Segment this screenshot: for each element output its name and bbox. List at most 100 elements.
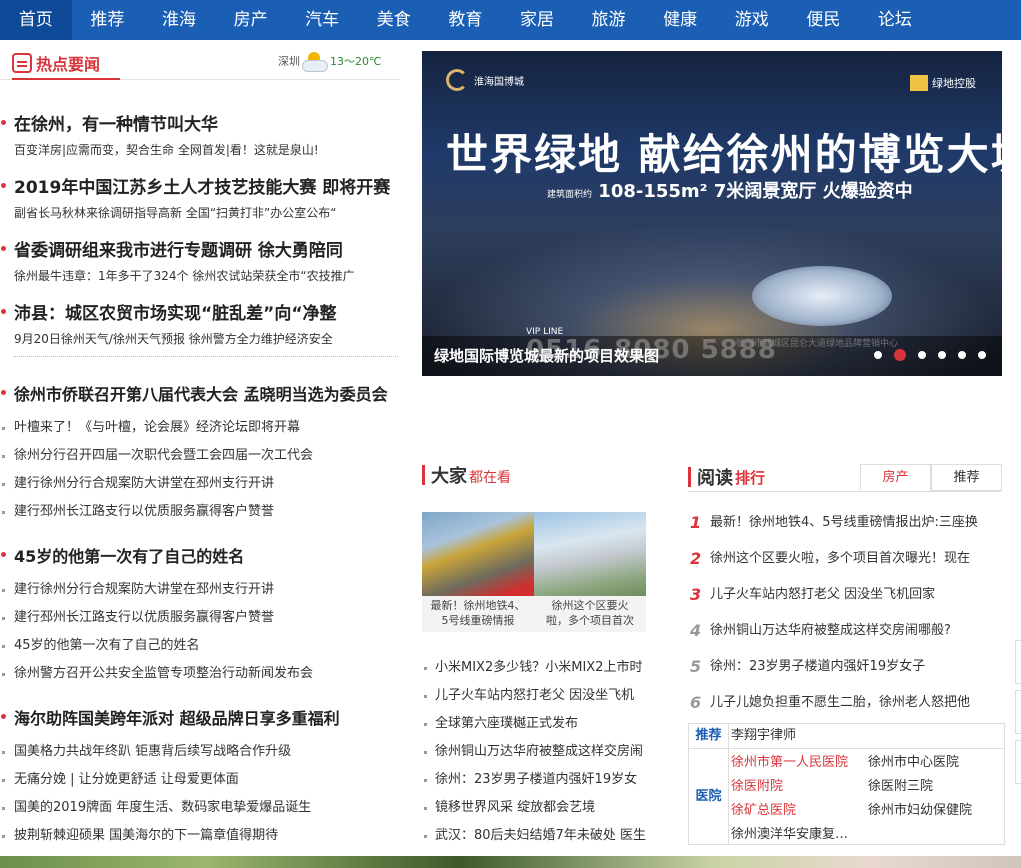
rank-number: 3 (690, 585, 702, 604)
nav-item[interactable]: 美食 (358, 0, 430, 40)
popular-thumbs: 最新！徐州地铁4、5号线重磅情报 徐州这个区要火啦，多个项目首次 (422, 512, 646, 632)
list-item[interactable]: 徐州铜山万达华府被整成这样交房闹 (422, 738, 666, 766)
list-item[interactable]: 国美的2019牌面 年度生活、数码家电挚爱爆品诞生 (0, 794, 311, 822)
nav-item[interactable]: 便民 (788, 0, 860, 40)
carousel-dot[interactable] (938, 351, 946, 359)
headline-title[interactable]: 在徐州，有一种情节叫大华 (0, 110, 410, 135)
carousel-dot[interactable] (958, 351, 966, 359)
list-item[interactable]: 徐州：23岁男子楼道内强奸19岁女 (422, 766, 666, 794)
nav-item[interactable]: 教育 (430, 0, 502, 40)
block-title[interactable]: 徐州市侨联召开第八届代表大会 孟晓明当选为委员会 (0, 381, 388, 405)
thumb-item[interactable]: 徐州这个区要火啦，多个项目首次 (534, 512, 646, 632)
rank-number: 6 (690, 693, 702, 712)
tab-real-estate[interactable]: 房产 (860, 464, 931, 491)
list-item[interactable]: 儿子火车站内怒打老父 因没坐飞机 (422, 682, 666, 710)
headline-sub[interactable]: 徐州最牛违章：1年多干了324个 徐州农试站荣获全市“农技推广 (0, 267, 410, 284)
side-float[interactable] (1015, 640, 1021, 684)
headline-sub[interactable]: 9月20日徐州天气/徐州天气预报 徐州警方全力维护经济安全 (0, 330, 410, 347)
nav-item[interactable]: 家居 (501, 0, 573, 40)
nav-item[interactable]: 推荐 (72, 0, 144, 40)
popular-title: 大家 (431, 466, 467, 487)
tab-recommend[interactable]: 推荐 (931, 464, 1002, 491)
headline-title[interactable]: 2019年中国江苏乡土人才技艺技能大赛 即将开赛 (0, 173, 410, 198)
hot-news-header: 热点要闻 深圳 13～20℃ (0, 40, 400, 80)
thumb-image (422, 512, 534, 596)
thumb-item[interactable]: 最新！徐州地铁4、5号线重磅情报 (422, 512, 534, 632)
block-list: 建行徐州分行合规案防大讲堂在邳州支行开讲 建行邳州长江路支行以优质服务赢得客户赞誉… (0, 576, 313, 688)
lawyer-link[interactable]: 李翔宇律师 (731, 724, 796, 748)
carousel-dot[interactable] (874, 351, 882, 359)
popular-header: 大家 都在看 (422, 462, 650, 488)
hospital-link[interactable]: 徐州市妇幼保健院 (868, 799, 972, 818)
list-item[interactable]: 小米MIX2多少钱？小米MIX2上市时 (422, 654, 666, 682)
block-list: 国美格力共战年终趴 钜惠背后续写战略合作升级 无痛分娩 | 让分娩更舒适 让母爱更… (0, 738, 311, 850)
rank-text: 徐州这个区要火啦，多个项目首次曝光！现在 (710, 551, 971, 566)
expo-logo-icon (446, 69, 468, 91)
list-item[interactable]: 全球第六座璞樾正式发布 (422, 710, 666, 738)
block-list: 叶檀来了！《与叶檀，论会展》经济论坛即将开幕 徐州分行召开四届一次职代会暨工会四届… (0, 414, 313, 526)
nav-item[interactable]: 健康 (644, 0, 716, 40)
nav-item[interactable]: 旅游 (573, 0, 645, 40)
hospital-link[interactable]: 徐州澳洋华安康复… (731, 823, 848, 842)
list-item[interactable]: 武汉：80后夫妇结婚7年未破处 医生 (422, 822, 666, 850)
headline-item: 沛县：城区农贸市场实现“脏乱差”向“净整 9月20日徐州天气/徐州天气预报 徐州警… (0, 299, 410, 347)
block-title[interactable]: 海尔助阵国美跨年派对 超级品牌日享多重福利 (0, 705, 340, 729)
headline-sub[interactable]: 副省长马秋林来徐调研指导高新 全国“扫黄打非”办公室公布“ (0, 204, 410, 221)
headline-title[interactable]: 沛县：城区农贸市场实现“脏乱差”向“净整 (0, 299, 410, 324)
banner-spec-text: 108-155m² 7米阔景宽厅 火爆验资中 (598, 181, 913, 202)
block-title[interactable]: 45岁的他第一次有了自己的姓名 (0, 543, 244, 567)
list-item[interactable]: 披荆斩棘迎硕果 国美海尔的下一篇章值得期待 (0, 822, 311, 850)
carousel-dot[interactable] (978, 351, 986, 359)
list-item[interactable]: 镜移世界风采 绽放都会艺境 (422, 794, 666, 822)
divider (14, 356, 398, 357)
nav-item[interactable]: 游戏 (716, 0, 788, 40)
banner-caption[interactable]: 绿地国际博览城最新的项目效果图 (434, 345, 659, 366)
rank-item[interactable]: 3 儿子火车站内怒打老父 因没坐飞机回家 (688, 580, 1001, 616)
list-item[interactable]: 无痛分娩 | 让分娩更舒适 让母爱更体面 (0, 766, 311, 794)
list-item[interactable]: 建行邳州长江路支行以优质服务赢得客户赞誉 (0, 498, 313, 526)
hospital-link[interactable]: 徐州市中心医院 (868, 751, 959, 770)
list-item[interactable]: 国美格力共战年终趴 钜惠背后续写战略合作升级 (0, 738, 311, 766)
nav-item[interactable]: 房产 (215, 0, 287, 40)
carousel-dot[interactable] (894, 349, 906, 361)
side-float[interactable] (1015, 690, 1021, 734)
nav-item[interactable]: 论坛 (859, 0, 931, 40)
list-item[interactable]: 45岁的他第一次有了自己的姓名 (0, 632, 313, 660)
list-item[interactable]: 徐州分行召开四届一次职代会暨工会四届一次工代会 (0, 442, 313, 470)
partly-cloudy-icon (302, 52, 328, 72)
rank-number: 4 (690, 621, 702, 640)
list-item[interactable]: 叶檀来了！《与叶檀，论会展》经济论坛即将开幕 (0, 414, 313, 442)
carousel-banner[interactable]: 淮海国博城 绿地控股 世界绿地 献给徐州的博览大城 建筑面积约 108-155m… (422, 51, 1002, 376)
recommend-box: 推荐 李翔宇律师 医院 徐州市第一人民医院 徐州市中心医院 徐医附院 徐医附三院 徐矿总… (688, 723, 1005, 845)
rank-item[interactable]: 5 徐州：23岁男子楼道内强奸19岁女子 (688, 652, 1001, 688)
rank-item[interactable]: 6 儿子儿媳负担重不愿生二胎，徐州老人怒把他 (688, 688, 1001, 724)
nav-item[interactable]: 汽车 (286, 0, 358, 40)
reading-rank-list: 1 最新！徐州地铁4、5号线重磅情报出炉:三座换 2 徐州这个区要火啦，多个项目首次曝… (688, 508, 1001, 724)
side-float[interactable] (1015, 740, 1021, 784)
greenland-logo-icon (910, 75, 928, 91)
list-item[interactable]: 徐州警方召开公共安全监管专项整治行动新闻发布会 (0, 660, 313, 688)
hospital-link[interactable]: 徐矿总医院 (731, 799, 796, 818)
top-nav: 首页 推荐 淮海 房产 汽车 美食 教育 家居 旅游 健康 游戏 便民 论坛 (0, 0, 1021, 40)
rank-item[interactable]: 2 徐州这个区要火啦，多个项目首次曝光！现在 (688, 544, 1001, 580)
nav-item[interactable]: 淮海 (143, 0, 215, 40)
rank-text: 最新！徐州地铁4、5号线重磅情报出炉:三座换 (710, 515, 978, 530)
expo-dome-image (752, 266, 892, 326)
nav-item[interactable]: 首页 (0, 0, 72, 40)
hospital-link[interactable]: 徐州市第一人民医院 (731, 751, 848, 770)
headline-title[interactable]: 省委调研组来我市进行专题调研 徐大勇陪同 (0, 236, 410, 261)
bottom-banner[interactable] (0, 856, 1021, 868)
list-item[interactable]: 建行徐州分行合规案防大讲堂在邳州支行开讲 (0, 576, 313, 604)
headline-sub[interactable]: 百变洋房|应需而变，契合生命 全网首发|看！这就是泉山! (0, 141, 410, 158)
carousel-dot[interactable] (918, 351, 926, 359)
list-item[interactable]: 建行徐州分行合规案防大讲堂在邳州支行开讲 (0, 470, 313, 498)
rank-item[interactable]: 4 徐州铜山万达华府被整成这样交房闹哪般? (688, 616, 1001, 652)
hospital-link[interactable]: 徐医附院 (731, 775, 783, 794)
rank-item[interactable]: 1 最新！徐州地铁4、5号线重磅情报出炉:三座换 (688, 508, 1001, 544)
rank-number: 1 (690, 513, 702, 532)
list-item[interactable]: 建行邳州长江路支行以优质服务赢得客户赞誉 (0, 604, 313, 632)
hospital-link[interactable]: 徐医附三院 (868, 775, 933, 794)
weather-widget[interactable]: 深圳 13～20℃ (278, 52, 381, 72)
hot-news-title[interactable]: 热点要闻 (12, 48, 120, 80)
rank-text: 徐州：23岁男子楼道内强奸19岁女子 (710, 659, 926, 674)
